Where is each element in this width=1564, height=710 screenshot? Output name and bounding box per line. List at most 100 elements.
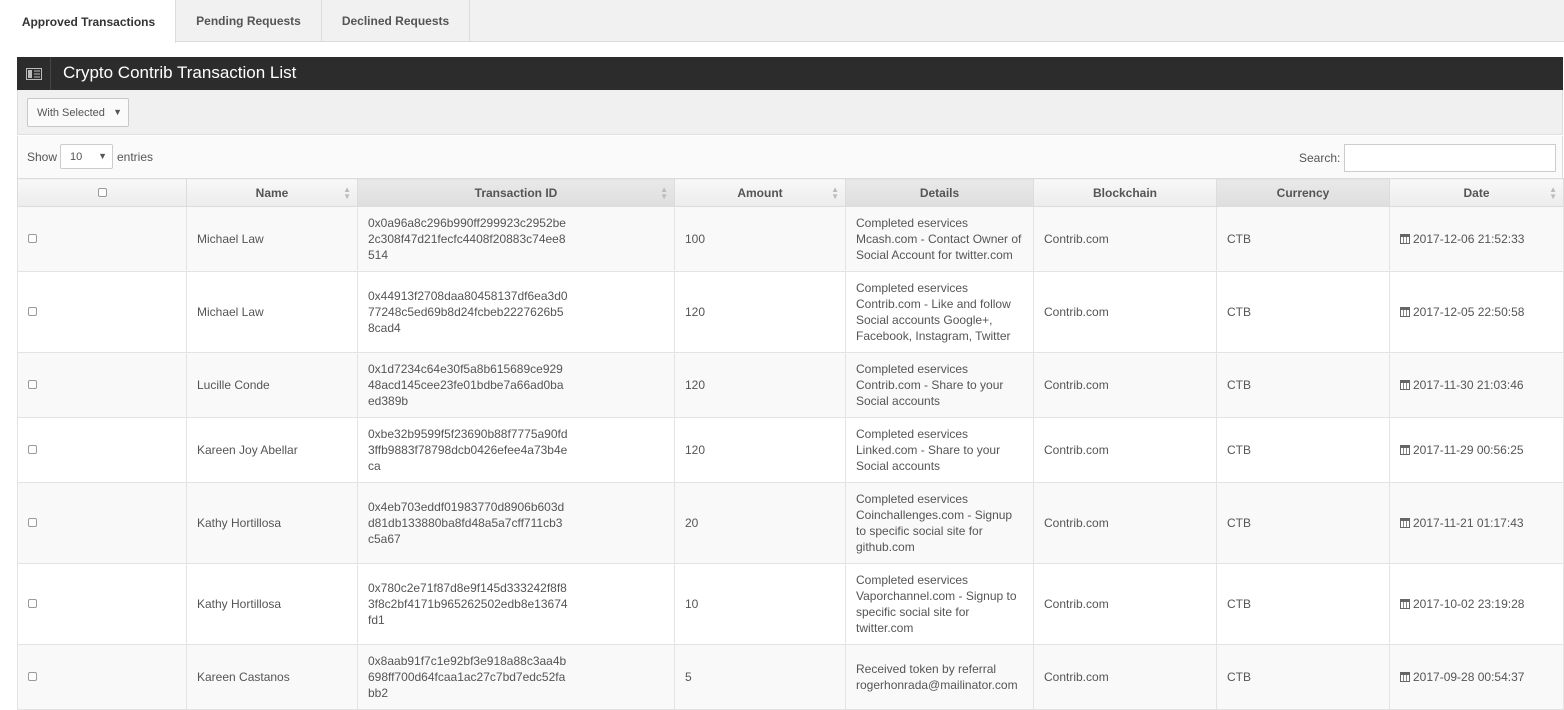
cell-transaction-id: 0x44913f2708daa80458137df6ea3d077248c5ed…	[357, 271, 675, 353]
cell-details: Completed eservices Contrib.com - Like a…	[845, 271, 1034, 353]
column-header-name[interactable]: Name ▲ ▼	[186, 178, 358, 207]
with-selected-dropdown[interactable]: With Selected ▼	[27, 98, 129, 127]
cell-date: 2017-09-28 00:54:37	[1389, 644, 1564, 710]
cell-currency: CTB	[1216, 206, 1390, 272]
date-text: 2017-11-29 00:56:25	[1413, 443, 1524, 457]
calendar-icon	[1400, 307, 1410, 317]
cell-name: Michael Law	[186, 271, 358, 353]
search-input[interactable]	[1344, 144, 1556, 172]
cell-transaction-id: 0x8aab91f7c1e92bf3e918a88c3aa4b698ff700d…	[357, 644, 675, 710]
row-select-checkbox[interactable]	[28, 672, 37, 681]
row-select-cell	[17, 563, 187, 645]
cell-details: Completed eservices Linked.com - Share t…	[845, 417, 1034, 483]
cell-name: Kareen Joy Abellar	[186, 417, 358, 483]
transaction-id-text: 0x4eb703eddf01983770d8906b603dd81db13388…	[368, 500, 565, 546]
row-select-checkbox[interactable]	[28, 518, 37, 527]
cell-amount: 100	[674, 206, 846, 272]
page-length-value: 10	[70, 150, 83, 163]
transaction-id-text: 0x0a96a8c296b990ff299923c2952be2c308f47d…	[368, 216, 566, 262]
transaction-id-text: 0x8aab91f7c1e92bf3e918a88c3aa4b698ff700d…	[368, 654, 567, 700]
tab-bar: Approved Transactions Pending Requests D…	[2, 0, 1564, 43]
sort-icon: ▲ ▼	[831, 185, 839, 201]
show-label: Show	[27, 150, 58, 164]
table-row: Kareen Castanos 0x8aab91f7c1e92bf3e918a88…	[17, 644, 1564, 710]
cell-date: 2017-12-05 22:50:58	[1389, 271, 1564, 353]
cell-blockchain: Contrib.com	[1033, 206, 1217, 272]
cell-details: Completed eservices Contrib.com - Share …	[845, 352, 1034, 418]
page-length-select[interactable]: 10 ▼	[60, 144, 113, 169]
date-text: 2017-10-02 23:19:28	[1413, 597, 1525, 611]
cell-currency: CTB	[1216, 417, 1390, 483]
cell-blockchain: Contrib.com	[1033, 417, 1217, 483]
transaction-id-text: 0x1d7234c64e30f5a8b615689ce92948acd145ce…	[368, 362, 564, 408]
with-selected-label: With Selected	[37, 106, 105, 119]
table-row: Michael Law 0x44913f2708daa80458137df6ea3…	[17, 271, 1564, 353]
cell-amount: 20	[674, 482, 846, 564]
row-select-cell	[17, 482, 187, 564]
cell-amount: 120	[674, 271, 846, 353]
row-select-checkbox[interactable]	[28, 307, 37, 316]
cell-amount: 120	[674, 417, 846, 483]
cell-name: Kathy Hortillosa	[186, 563, 358, 645]
date-text: 2017-12-05 22:50:58	[1413, 305, 1525, 319]
cell-details: Received token by referral rogerhonrada@…	[845, 644, 1034, 710]
calendar-icon	[1400, 599, 1410, 609]
row-select-cell	[17, 417, 187, 483]
calendar-icon	[1400, 445, 1410, 455]
column-header-transaction-id[interactable]: Transaction ID ▲ ▼	[357, 178, 675, 207]
cell-currency: CTB	[1216, 644, 1390, 710]
row-select-checkbox[interactable]	[28, 380, 37, 389]
row-select-cell	[17, 644, 187, 710]
select-all-checkbox[interactable]	[97, 187, 107, 197]
tab-pending-requests[interactable]: Pending Requests	[176, 0, 322, 42]
date-text: 2017-12-06 21:52:33	[1413, 232, 1525, 246]
tab-declined-requests[interactable]: Declined Requests	[322, 0, 470, 42]
table-row: Kareen Joy Abellar 0xbe32b9599f5f23690b88…	[17, 417, 1564, 483]
cell-name: Michael Law	[186, 206, 358, 272]
row-select-checkbox[interactable]	[28, 234, 37, 243]
cell-details: Completed eservices Mcash.com - Contact …	[845, 206, 1034, 272]
date-text: 2017-11-21 01:17:43	[1413, 516, 1524, 530]
calendar-icon	[1400, 380, 1410, 390]
table-header-row: Name ▲ ▼ Transaction ID ▲ ▼ Amount ▲ ▼ Details…	[17, 178, 1564, 207]
cell-blockchain: Contrib.com	[1033, 352, 1217, 418]
table-row: Kathy Hortillosa 0x4eb703eddf01983770d890…	[17, 482, 1564, 564]
panel-header: Crypto Contrib Transaction List	[17, 57, 1563, 90]
entries-label: entries	[117, 150, 154, 164]
calendar-icon	[1400, 234, 1410, 244]
cell-date: 2017-12-06 21:52:33	[1389, 206, 1564, 272]
row-select-cell	[17, 271, 187, 353]
row-select-checkbox[interactable]	[28, 445, 37, 454]
cell-blockchain: Contrib.com	[1033, 271, 1217, 353]
sort-icon: ▲ ▼	[1549, 185, 1557, 201]
cell-date: 2017-10-02 23:19:28	[1389, 563, 1564, 645]
cell-amount: 10	[674, 563, 846, 645]
column-header-details[interactable]: Details	[845, 178, 1034, 207]
calendar-icon	[1400, 518, 1410, 528]
calendar-icon	[1400, 672, 1410, 682]
cell-details: Completed eservices Vaporchannel.com - S…	[845, 563, 1034, 645]
cell-date: 2017-11-29 00:56:25	[1389, 417, 1564, 483]
column-header-blockchain[interactable]: Blockchain	[1033, 178, 1217, 207]
column-header-amount[interactable]: Amount ▲ ▼	[674, 178, 846, 207]
date-text: 2017-11-30 21:03:46	[1413, 378, 1524, 392]
cell-amount: 120	[674, 352, 846, 418]
column-header-date[interactable]: Date ▲ ▼	[1389, 178, 1564, 207]
caret-down-icon: ▼	[98, 151, 107, 161]
cell-blockchain: Contrib.com	[1033, 563, 1217, 645]
table-row: Michael Law 0x0a96a8c296b990ff299923c2952…	[17, 206, 1564, 272]
cell-currency: CTB	[1216, 271, 1390, 353]
column-header-currency[interactable]: Currency	[1216, 178, 1390, 207]
cell-transaction-id: 0x0a96a8c296b990ff299923c2952be2c308f47d…	[357, 206, 675, 272]
bulk-toolbar: With Selected ▼	[17, 90, 1563, 135]
transaction-id-text: 0x780c2e71f87d8e9f145d333242f8f83f8c2bf4…	[368, 581, 568, 627]
table-row: Lucille Conde 0x1d7234c64e30f5a8b615689ce…	[17, 352, 1564, 418]
cell-transaction-id: 0x1d7234c64e30f5a8b615689ce92948acd145ce…	[357, 352, 675, 418]
cell-currency: CTB	[1216, 563, 1390, 645]
cell-name: Lucille Conde	[186, 352, 358, 418]
row-select-cell	[17, 352, 187, 418]
tab-approved-transactions[interactable]: Approved Transactions	[2, 0, 176, 43]
transactions-table: Name ▲ ▼ Transaction ID ▲ ▼ Amount ▲ ▼ Details…	[17, 178, 1564, 710]
row-select-checkbox[interactable]	[28, 599, 37, 608]
transaction-id-text: 0x44913f2708daa80458137df6ea3d077248c5ed…	[368, 289, 568, 335]
